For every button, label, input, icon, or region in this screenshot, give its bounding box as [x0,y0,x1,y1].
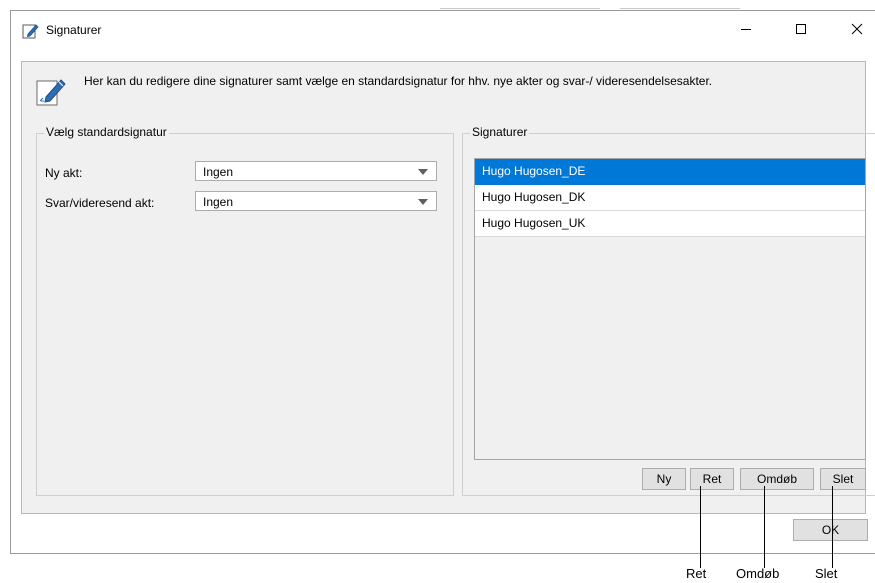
rename-signature-button[interactable]: Omdøb [740,468,814,490]
minimize-button[interactable] [723,11,769,49]
signature-name: Hugo Hugosen_UK [482,216,586,230]
maximize-button[interactable] [778,11,824,49]
new-act-value: Ingen [203,165,234,179]
callout-line-rename [764,486,765,568]
maximize-icon [795,23,807,38]
new-act-dropdown[interactable]: Ingen [195,161,437,181]
window-title: Signaturer [46,23,102,37]
callout-label-delete: Slet [815,566,838,581]
signatures-group: Signaturer Hugo Hugosen_DE Hugo Hugosen_… [462,125,875,496]
chevron-down-icon [418,199,428,205]
list-item[interactable]: Hugo Hugosen_DK [475,185,865,211]
list-item[interactable]: Hugo Hugosen_DE [475,159,865,185]
default-signature-group-title: Vælg standardsignatur [44,125,169,139]
ok-button[interactable]: OK [793,519,868,541]
callout-label-edit: Ret [686,566,707,581]
signature-name: Hugo Hugosen_DE [482,164,586,178]
default-signature-group: Vælg standardsignatur Ny akt: Ingen Svar… [36,125,454,496]
edit-signature-button[interactable]: Ret [690,468,734,490]
chevron-down-icon [418,169,428,175]
signature-name: Hugo Hugosen_DK [482,190,586,204]
callout-label-rename: Omdøb [736,566,780,581]
signatures-group-title: Signaturer [470,125,530,139]
signature-list[interactable]: Hugo Hugosen_DE Hugo Hugosen_DK Hugo Hug… [474,158,866,460]
list-item[interactable]: Hugo Hugosen_UK [475,211,865,237]
callout-line-edit [700,486,701,568]
dialog-description: Her kan du redigere dine signaturer samt… [84,74,713,88]
signaturer-dialog: Signaturer Her kan du redigere dine sign… [10,10,875,554]
title-bar: Signaturer [11,11,875,49]
edit-document-icon [35,75,67,107]
reply-act-label: Svar/videresend akt: [45,196,155,210]
close-button[interactable] [834,11,875,49]
background-line [440,8,600,9]
minimize-icon [740,23,752,38]
new-act-label: Ny akt: [45,166,83,180]
delete-signature-button[interactable]: Slet [820,468,866,490]
reply-act-value: Ingen [203,195,234,209]
reply-act-dropdown[interactable]: Ingen [195,191,437,211]
edit-signature-icon [22,22,40,40]
background-line [620,8,740,9]
dialog-body: Her kan du redigere dine signaturer samt… [21,61,875,514]
close-icon [851,23,863,38]
new-signature-button[interactable]: Ny [642,468,686,490]
callout-line-delete [832,486,833,568]
